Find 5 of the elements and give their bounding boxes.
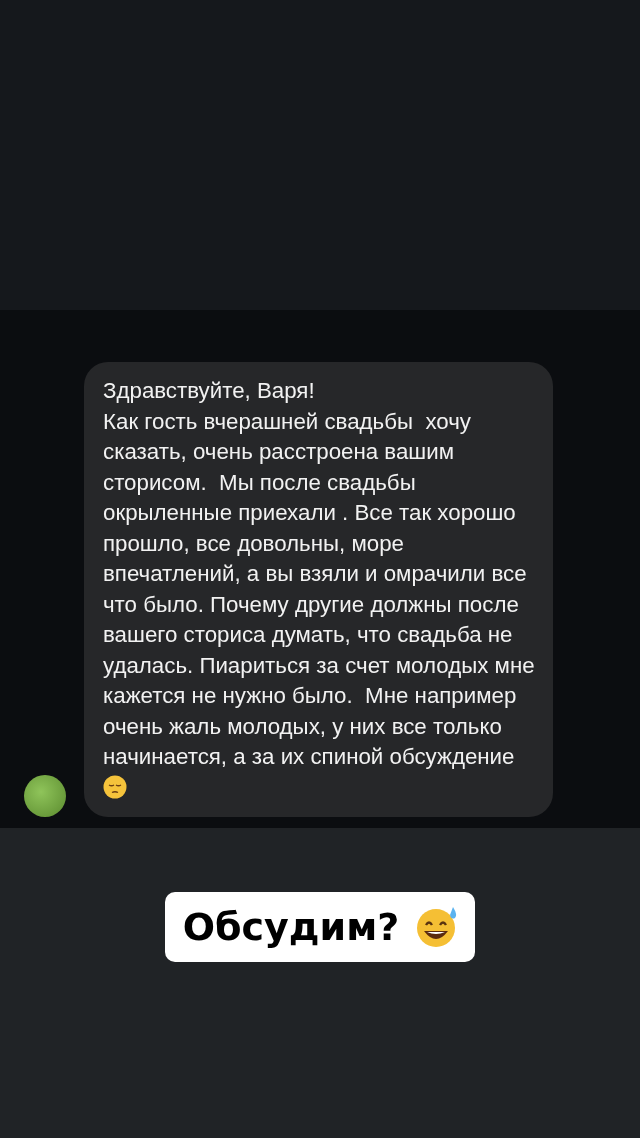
message-text: Как гость вчерашней свадьбы хочу сказать, очень расстроена вашим сторисом. Мы после свадьбы окрыленные приехали . Все так хорошо прошло, все довольны, море впечатлений, а вы взяли и омрачили все что было. Почему другие должны после вашего сториса думать, что свадьба не удалась. Пиариться за счет молодых мне кажется не нужно было. Мне например очень жаль молодых, у них все только начинается, а за их спиной обсуждение bbox=[103, 408, 536, 769]
message-greeting: Здравствуйте, Варя! bbox=[103, 377, 316, 405]
pensive-face-icon bbox=[103, 774, 127, 799]
avatar-image bbox=[24, 775, 66, 817]
sticker-text: Обсудим? bbox=[182, 904, 400, 951]
